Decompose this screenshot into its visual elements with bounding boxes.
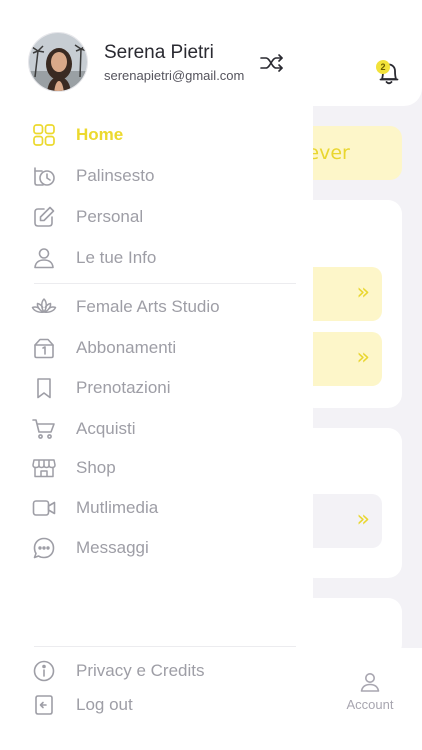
user-icon — [34, 248, 54, 269]
grid-icon — [33, 124, 55, 146]
menu-item-label: Mutlimedia — [76, 498, 159, 517]
menu-item-label: Le tue Info — [76, 248, 157, 267]
promo-banner[interactable]: rever — [300, 126, 402, 180]
edit-icon — [34, 206, 55, 227]
user-name: Serena Pietri — [104, 42, 214, 63]
menu-item-label: Female Arts Studio — [76, 297, 220, 316]
menu-item-label: Log out — [76, 695, 133, 714]
menu-divider — [34, 283, 296, 284]
app-screen: 2 rever » » » Account Serena Pietri sere… — [0, 0, 422, 750]
footer-divider — [34, 646, 296, 647]
store-icon — [32, 459, 56, 478]
menu-item-shop[interactable]: Shop — [0, 450, 300, 486]
menu-item-label: Personal — [76, 207, 144, 226]
menu-item-info[interactable]: Le tue Info — [0, 240, 300, 276]
bookmark-icon — [37, 378, 51, 399]
video-icon — [32, 500, 56, 516]
schedule-history-icon — [34, 167, 55, 186]
menu-item-abbonamenti[interactable]: Abbonamenti — [0, 330, 300, 366]
menu-item-acquisti[interactable]: Acquisti — [0, 411, 300, 447]
chevron-right-icon: » — [356, 507, 370, 532]
avatar[interactable] — [28, 32, 88, 92]
menu-item-label: Palinsesto — [76, 166, 155, 185]
user-email: serenapietri@gmail.com — [104, 68, 245, 83]
menu-item-label: Privacy e Credits — [76, 661, 205, 680]
menu-item-palinsesto[interactable]: Palinsesto — [0, 158, 300, 194]
lotus-icon — [31, 298, 57, 313]
menu-item-home[interactable]: Home — [0, 117, 300, 153]
menu-item-label: Prenotazioni — [76, 378, 171, 397]
menu-item-logout[interactable]: Log out — [0, 687, 300, 723]
notification-badge: 2 — [376, 60, 390, 74]
menu-item-studio[interactable]: Female Arts Studio — [0, 289, 300, 325]
menu-item-multimedia[interactable]: Mutlimedia — [0, 490, 300, 526]
membership-bag-icon — [34, 338, 54, 359]
menu-item-messaggi[interactable]: Messaggi — [0, 530, 300, 566]
menu-item-prenotazioni[interactable]: Prenotazioni — [0, 370, 300, 406]
logout-icon — [35, 695, 53, 715]
menu-item-privacy[interactable]: Privacy e Credits — [0, 653, 300, 689]
menu-item-label: Messaggi — [76, 538, 149, 557]
chevron-right-icon: » — [356, 280, 370, 305]
chevron-right-icon: » — [356, 345, 370, 370]
navigation-drawer: Serena Pietri serenapietri@gmail.com Hom… — [0, 0, 313, 750]
account-tab-label[interactable]: Account — [330, 697, 410, 712]
menu-item-label: Home — [76, 125, 124, 144]
account-icon[interactable] — [358, 670, 382, 694]
info-icon — [33, 660, 55, 682]
cart-icon — [32, 419, 55, 439]
menu-item-label: Acquisti — [76, 419, 136, 438]
shuffle-switch-icon[interactable] — [258, 50, 286, 76]
menu-item-label: Abbonamenti — [76, 338, 177, 357]
menu-item-personal[interactable]: Personal — [0, 199, 300, 235]
chat-icon — [33, 537, 55, 559]
menu-item-label: Shop — [76, 458, 116, 477]
